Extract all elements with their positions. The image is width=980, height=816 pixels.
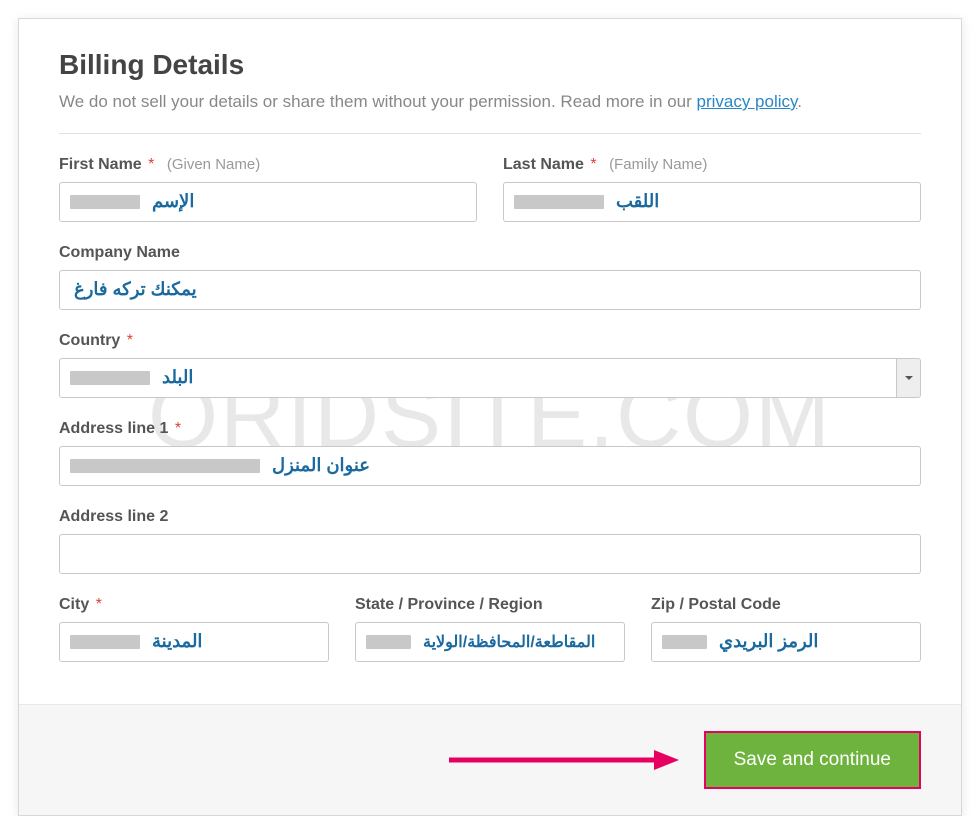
subtitle-text: We do not sell your details or share the… (59, 92, 696, 111)
redacted-block (70, 459, 260, 473)
city-input[interactable]: المدينة (59, 622, 329, 662)
state-field: State / Province / Region المقاطعة/المحا… (355, 596, 625, 662)
address1-label: Address line 1 * (59, 420, 921, 438)
country-field: Country * البلد (59, 332, 921, 398)
form-body: Billing Details We do not sell your deta… (19, 19, 961, 704)
row-address2: Address line 2 (59, 508, 921, 574)
arrow-right-icon (444, 745, 684, 775)
address1-annotation: عنوان المنزل (272, 455, 370, 476)
row-company: Company Name يمكنك تركه فارغ (59, 244, 921, 310)
city-label-text: City (59, 596, 89, 613)
country-label-text: Country (59, 332, 120, 349)
page-title: Billing Details (59, 49, 921, 81)
city-annotation: المدينة (152, 631, 202, 652)
billing-form-container: ORIDSITE.COM Billing Details We do not s… (18, 18, 962, 816)
address2-input[interactable] (59, 534, 921, 574)
address2-label: Address line 2 (59, 508, 921, 526)
privacy-policy-link[interactable]: privacy policy (696, 92, 797, 111)
required-mark: * (127, 332, 133, 349)
company-annotation: يمكنك تركه فارغ (74, 279, 197, 300)
country-select[interactable]: البلد (59, 358, 921, 398)
form-footer: Save and continue (19, 704, 961, 815)
row-name: First Name * (Given Name) الإسم Last Nam… (59, 156, 921, 222)
required-mark: * (96, 596, 102, 613)
zip-annotation: الرمز البريدي (719, 631, 818, 652)
first-name-label: First Name * (Given Name) (59, 156, 477, 174)
redacted-block (70, 371, 150, 385)
first-name-hint: (Given Name) (167, 156, 260, 173)
subtitle-suffix: . (797, 92, 802, 111)
state-input[interactable]: المقاطعة/المحافظة/الولاية (355, 622, 625, 662)
company-field: Company Name يمكنك تركه فارغ (59, 244, 921, 310)
zip-label: Zip / Postal Code (651, 596, 921, 614)
company-input[interactable]: يمكنك تركه فارغ (59, 270, 921, 310)
last-name-label-text: Last Name (503, 156, 584, 173)
address1-field: Address line 1 * عنوان المنزل (59, 420, 921, 486)
required-mark: * (148, 156, 154, 173)
required-mark: * (590, 156, 596, 173)
first-name-input[interactable]: الإسم (59, 182, 477, 222)
company-label: Company Name (59, 244, 921, 262)
first-name-label-text: First Name (59, 156, 142, 173)
chevron-down-icon[interactable] (896, 359, 920, 397)
country-label: Country * (59, 332, 921, 350)
state-annotation: المقاطعة/المحافظة/الولاية (423, 632, 595, 652)
address2-field: Address line 2 (59, 508, 921, 574)
last-name-hint: (Family Name) (609, 156, 707, 173)
state-label: State / Province / Region (355, 596, 625, 614)
first-name-field: First Name * (Given Name) الإسم (59, 156, 477, 222)
first-name-annotation: الإسم (152, 191, 194, 212)
city-field: City * المدينة (59, 596, 329, 662)
row-address1: Address line 1 * عنوان المنزل (59, 420, 921, 486)
subtitle: We do not sell your details or share the… (59, 89, 921, 115)
divider (59, 133, 921, 134)
address1-label-text: Address line 1 (59, 420, 168, 437)
redacted-block (70, 635, 140, 649)
zip-input[interactable]: الرمز البريدي (651, 622, 921, 662)
country-annotation: البلد (162, 367, 193, 388)
last-name-input[interactable]: اللقب (503, 182, 921, 222)
row-country: Country * البلد (59, 332, 921, 398)
city-label: City * (59, 596, 329, 614)
last-name-label: Last Name * (Family Name) (503, 156, 921, 174)
last-name-annotation: اللقب (616, 191, 659, 212)
redacted-block (662, 635, 707, 649)
address1-input[interactable]: عنوان المنزل (59, 446, 921, 486)
zip-field: Zip / Postal Code الرمز البريدي (651, 596, 921, 662)
redacted-block (514, 195, 604, 209)
redacted-block (70, 195, 140, 209)
row-city-state-zip: City * المدينة State / Province / Region… (59, 596, 921, 662)
redacted-block (366, 635, 411, 649)
required-mark: * (175, 420, 181, 437)
save-continue-button[interactable]: Save and continue (704, 731, 921, 789)
last-name-field: Last Name * (Family Name) اللقب (503, 156, 921, 222)
